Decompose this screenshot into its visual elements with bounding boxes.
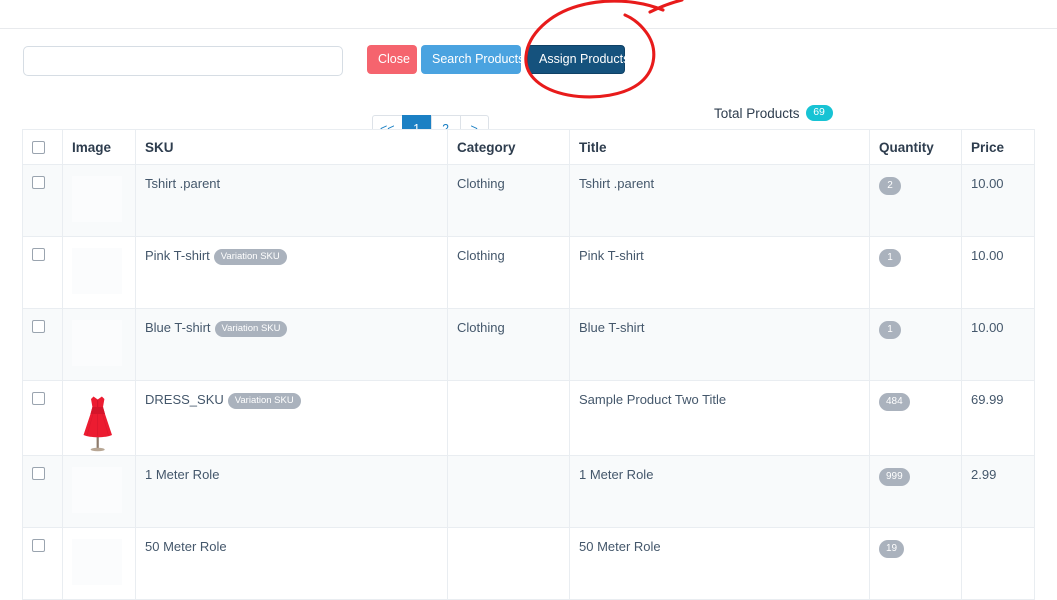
products-table-container: Image SKU Category Title Quantity Price … — [22, 129, 1035, 600]
row-select-cell — [22, 455, 63, 528]
quantity-cell: 1 — [869, 236, 962, 309]
title-cell: Pink T-shirt — [569, 236, 870, 309]
header-sku: SKU — [135, 129, 448, 165]
close-button[interactable]: Close — [367, 45, 417, 74]
product-thumbnail-placeholder — [72, 248, 122, 294]
sku-text: 1 Meter Role — [145, 467, 220, 482]
quantity-cell: 2 — [869, 164, 962, 237]
price-cell: 69.99 — [961, 380, 1035, 456]
price-cell: 10.00 — [961, 236, 1035, 309]
category-cell: Clothing — [447, 236, 570, 309]
quantity-badge: 2 — [879, 177, 901, 195]
products-table: Image SKU Category Title Quantity Price … — [22, 129, 1035, 600]
row-select-checkbox[interactable] — [32, 467, 45, 480]
quantity-cell: 19 — [869, 527, 962, 600]
category-cell — [447, 455, 570, 528]
sku-cell: 50 Meter Role — [135, 527, 448, 600]
row-select-cell — [22, 308, 63, 381]
image-cell — [62, 380, 136, 456]
quantity-cell: 999 — [869, 455, 962, 528]
header-category: Category — [447, 129, 570, 165]
row-select-checkbox[interactable] — [32, 248, 45, 261]
row-select-cell — [22, 380, 63, 456]
table-row: 50 Meter Role 50 Meter Role 19 — [22, 527, 1035, 600]
search-products-button[interactable]: Search Products — [421, 45, 524, 74]
row-select-checkbox[interactable] — [32, 392, 45, 405]
image-cell — [62, 164, 136, 237]
sku-text: Blue T-shirt — [145, 320, 211, 335]
product-thumbnail-placeholder — [72, 467, 122, 513]
row-select-checkbox[interactable] — [32, 539, 45, 552]
category-cell — [447, 527, 570, 600]
table-row: Blue T-shirt Variation SKU Clothing Blue … — [22, 308, 1035, 381]
sku-cell: Pink T-shirt Variation SKU — [135, 236, 448, 309]
category-cell: Clothing — [447, 164, 570, 237]
sku-cell: Tshirt .parent — [135, 164, 448, 237]
select-all-checkbox[interactable] — [32, 140, 45, 154]
sku-cell: 1 Meter Role — [135, 455, 448, 528]
sku-text: Tshirt .parent — [145, 176, 221, 191]
row-select-checkbox[interactable] — [32, 176, 45, 189]
table-row: Pink T-shirt Variation SKU Clothing Pink … — [22, 236, 1035, 309]
table-header-row: Image SKU Category Title Quantity Price — [22, 129, 1035, 165]
quantity-badge: 19 — [879, 540, 905, 558]
total-products-count-badge: 69 — [805, 105, 833, 121]
header-image: Image — [62, 129, 136, 165]
toolbar: Close Search Products Assign Products <<… — [0, 29, 1057, 143]
quantity-badge: 484 — [879, 393, 910, 411]
category-cell: Clothing — [447, 308, 570, 381]
quantity-cell: 484 — [869, 380, 962, 456]
quantity-badge: 1 — [879, 249, 901, 267]
image-cell — [62, 455, 136, 528]
sku-text: 50 Meter Role — [145, 539, 227, 554]
table-row: DRESS_SKU Variation SKU Sample Product Tw… — [22, 380, 1035, 456]
search-input[interactable] — [23, 46, 343, 76]
price-cell: 10.00 — [961, 308, 1035, 381]
assign-products-button[interactable]: Assign Products — [527, 45, 629, 74]
image-cell — [62, 236, 136, 309]
title-cell: 1 Meter Role — [569, 455, 870, 528]
sku-text: Pink T-shirt — [145, 248, 210, 263]
quantity-badge: 1 — [879, 321, 901, 339]
variation-sku-badge: Variation SKU — [227, 393, 301, 409]
image-cell — [62, 308, 136, 381]
products-table-body: Tshirt .parent Clothing Tshirt .parent 2… — [22, 164, 1035, 600]
row-select-cell — [22, 527, 63, 600]
product-thumbnail-placeholder — [72, 176, 122, 222]
row-select-cell — [22, 236, 63, 309]
variation-sku-badge: Variation SKU — [214, 321, 288, 337]
total-products: Total Products 69 — [714, 105, 833, 121]
row-select-checkbox[interactable] — [32, 320, 45, 333]
header-price: Price — [961, 129, 1035, 165]
quantity-badge: 999 — [879, 468, 910, 486]
title-cell: Tshirt .parent — [569, 164, 870, 237]
sku-text: DRESS_SKU — [145, 392, 224, 407]
image-cell — [62, 527, 136, 600]
table-row: Tshirt .parent Clothing Tshirt .parent 2… — [22, 164, 1035, 237]
variation-sku-badge: Variation SKU — [213, 249, 287, 265]
header-quantity: Quantity — [869, 129, 962, 165]
price-cell: 10.00 — [961, 164, 1035, 237]
quantity-cell: 1 — [869, 308, 962, 381]
title-cell: 50 Meter Role — [569, 527, 870, 600]
table-row: 1 Meter Role 1 Meter Role 999 2.99 — [22, 455, 1035, 528]
select-all-header — [22, 129, 63, 165]
product-thumbnail-placeholder — [72, 539, 122, 585]
price-cell — [961, 527, 1035, 600]
price-cell: 2.99 — [961, 455, 1035, 528]
total-products-label: Total Products — [714, 105, 800, 121]
sku-cell: DRESS_SKU Variation SKU — [135, 380, 448, 456]
row-select-cell — [22, 164, 63, 237]
header-title: Title — [569, 129, 870, 165]
sku-cell: Blue T-shirt Variation SKU — [135, 308, 448, 381]
category-cell — [447, 380, 570, 456]
product-thumbnail-placeholder — [72, 320, 122, 366]
product-thumbnail — [72, 396, 124, 455]
title-cell: Sample Product Two Title — [569, 380, 870, 456]
title-cell: Blue T-shirt — [569, 308, 870, 381]
